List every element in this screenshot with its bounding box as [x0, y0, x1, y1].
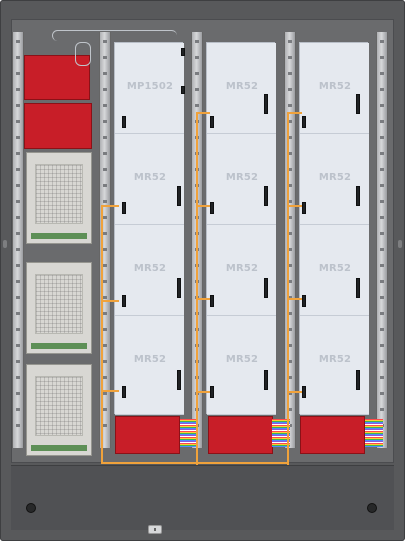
- board-label: MR52: [133, 263, 167, 274]
- connector: [122, 202, 126, 214]
- board-label: MR52: [318, 81, 352, 92]
- connector: [356, 370, 360, 390]
- left-pin: [3, 240, 7, 248]
- board-label: MR52: [225, 354, 259, 365]
- connector: [122, 295, 126, 307]
- connector: [264, 370, 268, 390]
- connector: [210, 386, 214, 398]
- board-c3-r4: MR52: [300, 316, 369, 415]
- board-c2-r4: MR52: [207, 316, 276, 415]
- bottom-red-module-1: [115, 416, 180, 454]
- wire-bundle-3: [365, 419, 383, 447]
- top-gray-wire: [52, 30, 177, 41]
- board-label: MR52: [318, 354, 352, 365]
- board-label: MR52: [225, 263, 259, 274]
- board-c2-r1: MR52: [207, 43, 276, 134]
- power-supply-3: [26, 364, 92, 456]
- din-rail-right: [376, 32, 388, 448]
- orange-wire-right-vertical: [287, 112, 289, 465]
- orange-wire-middle-row3: [196, 298, 210, 300]
- board-label: MR52: [133, 172, 167, 183]
- right-pin: [398, 240, 402, 248]
- connector: [302, 295, 306, 307]
- keyhole-right-icon: [367, 503, 377, 513]
- orange-wire-middle-top: [196, 112, 210, 114]
- board-label: MR52: [225, 81, 259, 92]
- bottom-red-module-3: [300, 416, 365, 454]
- connector: [181, 86, 185, 94]
- board-c3-r1: MR52: [300, 43, 369, 134]
- din-rail-3: [284, 32, 296, 448]
- connector: [264, 186, 268, 206]
- keyhole-left-icon: [26, 503, 36, 513]
- orange-wire-right-row3: [287, 298, 302, 300]
- connector: [210, 116, 214, 128]
- connector: [177, 186, 181, 206]
- orange-wire-middle-row2: [196, 205, 210, 207]
- connector: [122, 386, 126, 398]
- orange-wire-left-mid: [101, 300, 119, 302]
- cabinet: MP1502 MR52 MR52 MR52 MR52 MR52 MR52 MR5…: [0, 0, 405, 541]
- door-latch-icon[interactable]: [148, 525, 162, 534]
- connector: [264, 278, 268, 298]
- board-c3-r2: MR52: [300, 134, 369, 225]
- panel-column-1: MP1502 MR52 MR52 MR52: [114, 42, 184, 415]
- orange-wire-right-row2: [287, 205, 302, 207]
- orange-wire-left-top: [101, 205, 119, 207]
- orange-wire-middle-row4: [196, 391, 210, 393]
- board-label: MR52: [318, 172, 352, 183]
- small-gray-loop: [75, 42, 91, 66]
- connector: [302, 202, 306, 214]
- connector: [210, 295, 214, 307]
- din-rail-left: [12, 32, 24, 448]
- connector: [302, 386, 306, 398]
- connector: [356, 186, 360, 206]
- board-c3-r3: MR52: [300, 225, 369, 316]
- wire-bundle-1: [180, 419, 196, 447]
- board-label: MR52: [318, 263, 352, 274]
- power-supply-2: [26, 262, 92, 354]
- orange-wire-bottom: [101, 462, 289, 464]
- orange-wire-right-top: [287, 112, 302, 114]
- red-controller-middle: [24, 103, 92, 149]
- orange-wire-left-vertical: [101, 205, 103, 462]
- connector: [177, 278, 181, 298]
- board-label: MP1502: [126, 81, 174, 92]
- connector: [122, 116, 126, 128]
- connector: [356, 94, 360, 114]
- board-label: MR52: [133, 354, 167, 365]
- board-c2-r3: MR52: [207, 225, 276, 316]
- connector: [177, 370, 181, 390]
- board-label: MR52: [225, 172, 259, 183]
- connector: [264, 94, 268, 114]
- connector: [356, 278, 360, 298]
- bottom-compartment: [11, 465, 394, 530]
- board-c2-r2: MR52: [207, 134, 276, 225]
- connector: [181, 48, 185, 56]
- orange-wire-left-bottom: [101, 390, 119, 392]
- connector: [302, 116, 306, 128]
- board-c1-r4: MR52: [115, 316, 184, 415]
- orange-wire-right-row4: [287, 391, 302, 393]
- bottom-red-module-2: [208, 416, 273, 454]
- connector: [210, 202, 214, 214]
- power-supply-1: [26, 152, 92, 244]
- orange-wire-middle-vertical: [196, 112, 198, 465]
